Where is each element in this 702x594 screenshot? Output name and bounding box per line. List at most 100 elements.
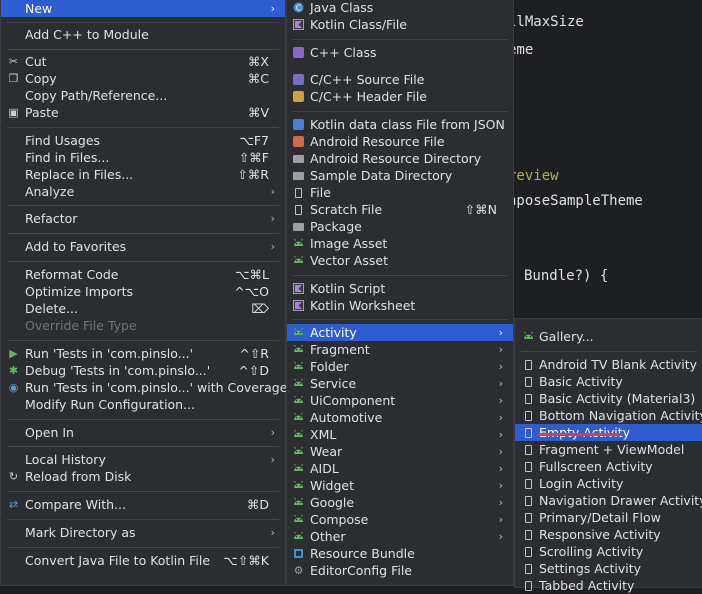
- menu-item-compare-with[interactable]: ⇄ Compare With... ⌘D: [1, 496, 285, 513]
- new-item-activity[interactable]: Activity ›: [287, 324, 513, 341]
- resource-file-icon: [293, 136, 304, 147]
- new-item-file[interactable]: File: [287, 184, 513, 201]
- menu-item-modify-run-configuration[interactable]: Modify Run Configuration...: [1, 396, 285, 413]
- chevron-right-icon: ›: [270, 240, 275, 253]
- menu-item-run-tests-in-com-pinslo-with-coverage[interactable]: ◉ Run 'Tests in 'com.pinslo...' with Cove…: [1, 379, 288, 396]
- menu-item-find-in-files[interactable]: Find in Files... ⇧⌘F: [1, 149, 285, 166]
- menu-item-add-to-favorites[interactable]: Add to Favorites ›: [1, 238, 285, 255]
- menu-item-refactor[interactable]: Refactor ›: [1, 210, 285, 227]
- new-item-package[interactable]: Package: [287, 218, 513, 235]
- activity-item-tabbed-activity[interactable]: Tabbed Activity: [515, 577, 702, 594]
- menu-item-copy[interactable]: ❐ Copy ⌘C: [1, 70, 285, 87]
- menu-item-label: Wear: [310, 444, 343, 459]
- new-item-sample-data-directory[interactable]: Sample Data Directory: [287, 167, 513, 184]
- activity-item-login-activity[interactable]: Login Activity: [515, 475, 702, 492]
- menu-item-label: Run 'Tests in 'com.pinslo...': [25, 346, 194, 361]
- java-class-icon: C: [293, 2, 304, 13]
- menu-item-local-history[interactable]: Local History ›: [1, 451, 285, 468]
- menu-item-reload-from-disk[interactable]: ↻ Reload from Disk: [1, 468, 285, 485]
- menu-item-label: Copy Path/Reference...: [25, 88, 168, 103]
- activity-item-basic-activity[interactable]: Basic Activity: [515, 373, 702, 390]
- new-item-automotive[interactable]: Automotive ›: [287, 409, 513, 426]
- coverage-icon: ◉: [8, 381, 19, 394]
- menu-item-debug-tests-in-com-pinslo[interactable]: ✱ Debug 'Tests in 'com.pinslo...' ^⇧D: [1, 362, 285, 379]
- menu-item-analyze[interactable]: Analyze ›: [1, 183, 285, 200]
- activity-item-scrolling-activity[interactable]: Scrolling Activity: [515, 543, 702, 560]
- new-item-other[interactable]: Other ›: [287, 528, 513, 545]
- menu-item-label: New: [25, 1, 53, 16]
- activity-item-primary-detail-flow[interactable]: Primary/Detail Flow: [515, 509, 702, 526]
- new-item-uicomponent[interactable]: UiComponent ›: [287, 392, 513, 409]
- menu-separator: [293, 275, 507, 276]
- new-item-kotlin-data-class-file-from-json[interactable]: Kotlin data class File from JSON: [287, 116, 513, 133]
- new-item-scratch-file[interactable]: Scratch File ⇧⌘N: [287, 201, 513, 218]
- new-item-java-class[interactable]: C Java Class: [287, 0, 513, 16]
- cpp-header-icon: [293, 91, 304, 102]
- new-item-kotlin-worksheet[interactable]: Kotlin Worksheet: [287, 297, 513, 314]
- template-icon: [523, 376, 534, 387]
- debug-icon: ✱: [8, 364, 19, 377]
- new-item-xml[interactable]: XML ›: [287, 426, 513, 443]
- new-item-android-resource-file[interactable]: Android Resource File: [287, 133, 513, 150]
- menu-separator: [7, 446, 279, 447]
- android-icon: [293, 463, 304, 474]
- menu-item-new[interactable]: New ›: [1, 0, 285, 17]
- new-item-compose[interactable]: Compose ›: [287, 511, 513, 528]
- activity-item-basic-activity-material3[interactable]: Basic Activity (Material3): [515, 390, 702, 407]
- menu-item-paste[interactable]: ▣ Paste ⌘V: [1, 104, 285, 121]
- new-item-fragment[interactable]: Fragment ›: [287, 341, 513, 358]
- new-item-kotlin-script[interactable]: Kotlin Script: [287, 280, 513, 297]
- menu-item-label: Add C++ to Module: [25, 27, 149, 42]
- menu-item-replace-in-files[interactable]: Replace in Files... ⇧⌘R: [1, 166, 285, 183]
- new-item-aidl[interactable]: AIDL ›: [287, 460, 513, 477]
- menu-item-copy-path-reference[interactable]: Copy Path/Reference...: [1, 87, 285, 104]
- shortcut-label: ⌥⇧⌘K: [223, 553, 269, 568]
- template-icon: [523, 359, 534, 370]
- shortcut-label: ⇧⌘R: [237, 167, 269, 182]
- new-item-folder[interactable]: Folder ›: [287, 358, 513, 375]
- activity-item-settings-activity[interactable]: Settings Activity: [515, 560, 702, 577]
- new-item-c-class[interactable]: C++ Class: [287, 44, 513, 61]
- shortcut-label: ⇧⌘F: [238, 150, 269, 165]
- menu-item-open-in[interactable]: Open In ›: [1, 424, 285, 441]
- activity-item-responsive-activity[interactable]: Responsive Activity: [515, 526, 702, 543]
- menu-item-optimize-imports[interactable]: Optimize Imports ^⌥O: [1, 283, 285, 300]
- menu-item-mark-directory-as[interactable]: Mark Directory as ›: [1, 524, 285, 541]
- menu-item-find-usages[interactable]: Find Usages ⌥F7: [1, 132, 285, 149]
- menu-item-reformat-code[interactable]: Reformat Code ⌥⌘L: [1, 266, 285, 283]
- new-item-vector-asset[interactable]: Vector Asset: [287, 252, 513, 269]
- scratch-file-icon: [293, 204, 304, 215]
- activity-item-fragment-viewmodel[interactable]: Fragment + ViewModel: [515, 441, 702, 458]
- menu-item-add-c-to-module[interactable]: Add C++ to Module: [1, 26, 285, 43]
- new-item-editorconfig-file[interactable]: ⚙ EditorConfig File: [287, 562, 513, 579]
- new-item-c-c-source-file[interactable]: C/C++ Source File: [287, 71, 513, 88]
- new-item-service[interactable]: Service ›: [287, 375, 513, 392]
- activity-item-fullscreen-activity[interactable]: Fullscreen Activity: [515, 458, 702, 475]
- android-icon: [523, 331, 534, 342]
- template-icon: [523, 393, 534, 404]
- menu-item-cut[interactable]: ✂ Cut ⌘X: [1, 53, 285, 70]
- activity-item-android-tv-blank-activity[interactable]: Android TV Blank Activity: [515, 356, 702, 373]
- kotlin-file-icon: [293, 19, 304, 30]
- activity-item-navigation-drawer-activity[interactable]: Navigation Drawer Activity: [515, 492, 702, 509]
- new-item-c-c-header-file[interactable]: C/C++ Header File: [287, 88, 513, 105]
- menu-item-run-tests-in-com-pinslo[interactable]: ▶ Run 'Tests in 'com.pinslo...' ^⇧R: [1, 345, 285, 362]
- android-icon: [293, 361, 304, 372]
- new-item-image-asset[interactable]: Image Asset: [287, 235, 513, 252]
- activity-item-bottom-navigation-activity[interactable]: Bottom Navigation Activity: [515, 407, 702, 424]
- chevron-right-icon: ›: [498, 360, 503, 373]
- new-item-google[interactable]: Google ›: [287, 494, 513, 511]
- android-icon: [293, 446, 304, 457]
- new-item-kotlin-class-file[interactable]: Kotlin Class/File: [287, 16, 513, 33]
- new-item-android-resource-directory[interactable]: Android Resource Directory: [287, 150, 513, 167]
- menu-item-delete[interactable]: Delete... ⌦: [1, 300, 285, 317]
- template-icon: [523, 546, 534, 557]
- activity-item-gallery[interactable]: Gallery...: [515, 328, 702, 345]
- new-item-resource-bundle[interactable]: Resource Bundle: [287, 545, 513, 562]
- new-item-widget[interactable]: Widget ›: [287, 477, 513, 494]
- chevron-right-icon: ›: [498, 445, 503, 458]
- new-item-wear[interactable]: Wear ›: [287, 443, 513, 460]
- menu-separator: [7, 340, 279, 341]
- menu-item-label: Gallery...: [539, 329, 594, 344]
- menu-item-convert-java-file-to-kotlin-file[interactable]: Convert Java File to Kotlin File ⌥⇧⌘K: [1, 552, 285, 569]
